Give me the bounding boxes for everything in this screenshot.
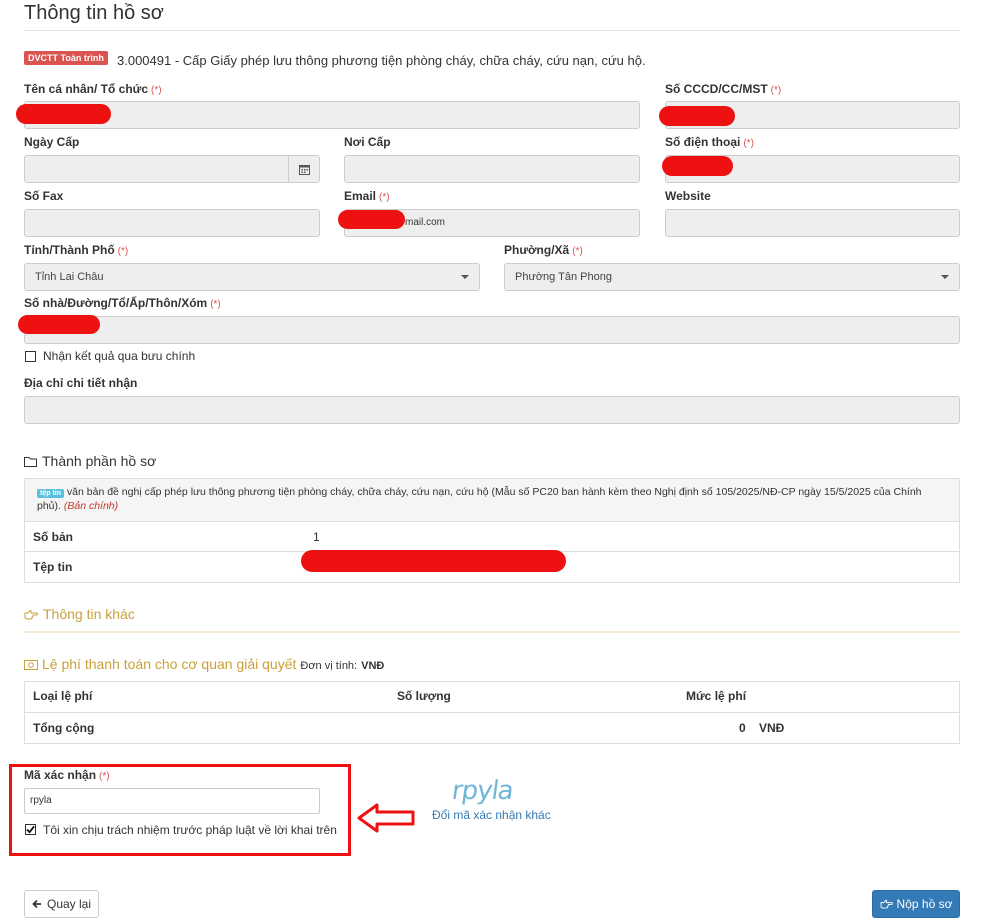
back-button[interactable]: Quay lại bbox=[24, 890, 99, 918]
redaction-mark bbox=[659, 106, 735, 126]
hand-point-right-icon bbox=[880, 899, 893, 909]
captcha-image: rpyla bbox=[449, 776, 515, 806]
title-divider bbox=[24, 30, 960, 31]
detail-address-input[interactable] bbox=[24, 396, 960, 424]
province-label: Tỉnh/Thành Phố (*) bbox=[24, 243, 129, 257]
captcha-input[interactable]: rpyla bbox=[24, 788, 320, 814]
document-text: văn bản đề nghị cấp phép lưu thông phươn… bbox=[37, 486, 922, 512]
copies-value: 1 bbox=[313, 530, 320, 544]
address-input[interactable] bbox=[24, 316, 960, 344]
other-info-divider bbox=[24, 631, 960, 633]
detail-address-label: Địa chỉ chi tiết nhận bbox=[24, 376, 138, 390]
fax-input[interactable] bbox=[24, 209, 320, 237]
documents-title-text: Thành phần hồ sơ bbox=[42, 453, 157, 469]
redaction-mark bbox=[18, 315, 100, 334]
id-number-label: Số CCCD/CC/MST (*) bbox=[665, 82, 782, 96]
province-select[interactable]: Tỉnh Lai Châu bbox=[24, 263, 480, 291]
province-value: Tỉnh Lai Châu bbox=[35, 271, 104, 283]
fees-title-text: Lệ phí thanh toán cho cơ quan giải quyết bbox=[42, 656, 297, 672]
procedure-name: 3.000491 - Cấp Giấy phép lưu thông phươn… bbox=[117, 53, 646, 68]
name-input[interactable] bbox=[24, 101, 640, 129]
postal-label: Nhận kết quả qua bưu chính bbox=[43, 349, 196, 363]
file-label: Tệp tin bbox=[33, 560, 73, 574]
fees-col-type: Loại lệ phí bbox=[33, 689, 93, 703]
ward-value: Phường Tân Phong bbox=[515, 271, 612, 283]
redaction-mark bbox=[662, 156, 733, 176]
fees-table: Loại lệ phí Số lượng Mức lệ phí Tổng cộn… bbox=[24, 681, 960, 744]
phone-label: Số điện thoại (*) bbox=[665, 135, 754, 149]
issue-place-input[interactable] bbox=[344, 155, 640, 183]
back-label: Quay lại bbox=[46, 897, 92, 911]
redaction-mark bbox=[16, 104, 111, 124]
arrow-left-icon bbox=[32, 899, 41, 909]
caret-down-icon bbox=[461, 275, 469, 279]
fees-unit-value: VNĐ bbox=[361, 660, 385, 672]
agree-checkbox[interactable] bbox=[25, 824, 36, 835]
email-label: Email (*) bbox=[344, 189, 390, 203]
website-input[interactable] bbox=[665, 209, 960, 237]
money-icon bbox=[24, 660, 38, 670]
page-title: Thông tin hồ sơ bbox=[24, 2, 164, 24]
copies-label: Số bản bbox=[33, 530, 74, 544]
other-info-text: Thông tin khác bbox=[43, 606, 135, 622]
folder-icon bbox=[24, 456, 37, 467]
check-icon bbox=[26, 825, 35, 834]
agree-label: Tôi xin chịu trách nhiệm trước pháp luật… bbox=[43, 823, 337, 837]
address-label: Số nhà/Đường/Tổ/Ấp/Thôn/Xóm (*) bbox=[24, 296, 221, 310]
fax-label: Số Fax bbox=[24, 189, 64, 203]
fees-total-label: Tổng cộng bbox=[33, 721, 95, 735]
fees-unit-label: Đơn vị tính: bbox=[300, 660, 358, 672]
redaction-mark bbox=[338, 210, 405, 229]
captcha-label: Mã xác nhận (*) bbox=[24, 768, 110, 782]
other-info-title: Thông tin khác bbox=[24, 606, 135, 622]
email-value: mail.com bbox=[405, 217, 446, 228]
refresh-captcha-link[interactable]: Đổi mã xác nhận khác bbox=[432, 808, 551, 822]
arrow-left-icon bbox=[357, 803, 415, 833]
submit-label: Nộp hồ sơ bbox=[896, 897, 953, 911]
postal-checkbox[interactable] bbox=[25, 351, 36, 362]
document-item: tệp tin văn bản đề nghị cấp phép lưu thô… bbox=[25, 479, 959, 521]
redaction-mark bbox=[301, 550, 566, 572]
fees-col-qty: Số lượng bbox=[397, 689, 451, 703]
fees-total-currency: VNĐ bbox=[759, 721, 785, 735]
documents-section-title: Thành phần hồ sơ bbox=[24, 453, 156, 469]
document-description: tệp tin văn bản đề nghị cấp phép lưu thô… bbox=[37, 486, 942, 512]
submit-button[interactable]: Nộp hồ sơ bbox=[872, 890, 960, 918]
document-note: (Bản chính) bbox=[63, 500, 119, 512]
caret-down-icon bbox=[941, 275, 949, 279]
copies-row: Số bản 1 bbox=[25, 521, 959, 551]
file-badge: tệp tin bbox=[37, 489, 64, 498]
website-label: Website bbox=[665, 189, 711, 203]
fees-total-row: Tổng cộng 0 VNĐ bbox=[25, 712, 959, 743]
hand-point-right-icon bbox=[24, 609, 38, 619]
name-label: Tên cá nhân/ Tổ chức (*) bbox=[24, 82, 162, 96]
issue-place-label: Nơi Cấp bbox=[344, 135, 391, 149]
issue-date-label: Ngày Cấp bbox=[24, 135, 80, 149]
ward-label: Phường/Xã (*) bbox=[504, 243, 583, 257]
issue-date-input[interactable] bbox=[24, 155, 320, 183]
fees-total-value: 0 bbox=[739, 721, 746, 735]
fees-col-fee: Mức lệ phí bbox=[686, 689, 747, 703]
fees-section-title: Lệ phí thanh toán cho cơ quan giải quyết… bbox=[24, 656, 384, 672]
online-service-badge: DVCTT Toàn trình bbox=[24, 51, 108, 65]
ward-select[interactable]: Phường Tân Phong bbox=[504, 263, 960, 291]
calendar-icon[interactable] bbox=[288, 156, 319, 182]
